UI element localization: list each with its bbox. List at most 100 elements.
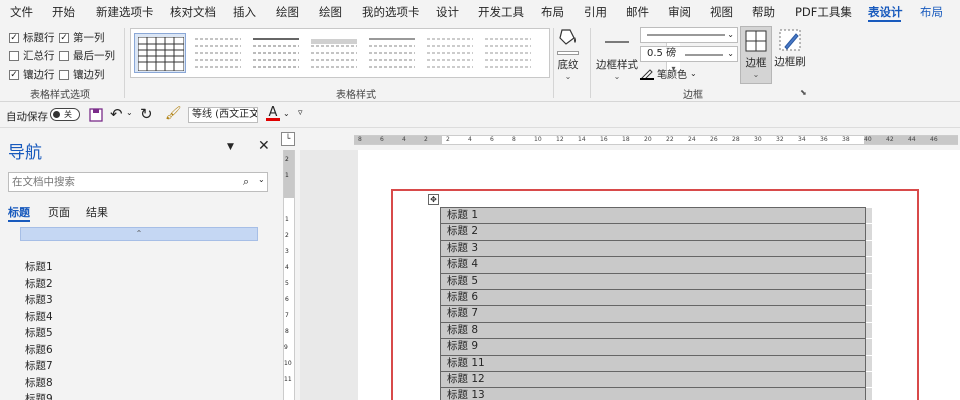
chevron-down-icon[interactable]: ⌄ (258, 175, 265, 184)
checkbox-banded-rows[interactable]: ✓ 镶边行 (9, 67, 55, 82)
shading-button[interactable]: 底纹 ⌄ (553, 26, 583, 81)
tab-results[interactable]: 结果 (86, 204, 108, 220)
tab-selector-icon[interactable]: └ (281, 132, 295, 146)
tab-new[interactable]: 新建选项卡 (96, 4, 154, 20)
heading-collapse-bar[interactable]: ⌃ (20, 227, 258, 241)
checkbox-box[interactable]: ✓ (59, 32, 69, 43)
checkbox-header-row[interactable]: ✓ 标题行 (9, 30, 55, 45)
tab-file[interactable]: 文件 (10, 4, 33, 20)
tab-headings[interactable]: 标题 (8, 204, 30, 220)
table-row[interactable]: 标题 13 (441, 388, 872, 400)
search-field[interactable]: ⌕ ⌄ (8, 172, 268, 192)
tab-developer[interactable]: 开发工具 (478, 4, 524, 20)
nav-heading-item[interactable]: 标题6 (25, 342, 53, 357)
tab-references[interactable]: 引用 (584, 4, 607, 20)
table-row[interactable]: 标题 7 (441, 306, 872, 323)
table-style-plain-3[interactable] (308, 33, 360, 73)
tab-review-doc[interactable]: 核对文档 (170, 4, 216, 20)
document-table[interactable]: 标题 1 标题 2 标题 3 标题 4 标题 5 标题 6 标题 7 标题 8 … (440, 207, 872, 400)
nav-heading-item[interactable]: 标题7 (25, 358, 53, 373)
tab-mailings[interactable]: 邮件 (626, 4, 649, 20)
redo-icon[interactable]: ↻ (140, 105, 153, 123)
tab-pages[interactable]: 页面 (48, 204, 70, 220)
navigation-pane: 导航 ▼ ✕ ⌕ ⌄ 标题 页面 结果 ⌃ 标题1 标题2 标题3 标题4 标题… (0, 128, 278, 400)
customize-qat-icon[interactable]: ▿ (298, 108, 303, 118)
table-row[interactable]: 标题 9 (441, 339, 872, 356)
tab-table-layout[interactable]: 布局 (920, 4, 943, 20)
table-row[interactable]: 标题 6 (441, 289, 872, 307)
tab-draw-2[interactable]: 绘图 (319, 4, 342, 20)
table-row[interactable]: 标题 3 (441, 240, 872, 258)
line-style-select[interactable]: ⌄ (640, 27, 738, 43)
nav-heading-item[interactable]: 标题4 (25, 309, 53, 324)
nav-heading-item[interactable]: 标题3 (25, 292, 53, 307)
checkbox-box[interactable]: ✓ (9, 69, 19, 80)
nav-heading-item[interactable]: 标题1 (25, 259, 53, 274)
table-style-plain-4[interactable] (366, 33, 418, 73)
table-row[interactable]: 标题 5 (441, 273, 872, 290)
search-input[interactable] (9, 173, 229, 191)
table-row[interactable]: 标题 1 (441, 208, 872, 225)
tab-review[interactable]: 审阅 (668, 4, 691, 20)
tab-my[interactable]: 我的选项卡 (362, 4, 420, 20)
tab-home[interactable]: 开始 (52, 4, 75, 20)
ruler-tick: 38 (842, 136, 850, 143)
ruler-tick: 8 (285, 328, 289, 335)
ruler-tick: 12 (556, 136, 564, 143)
pen-color-button[interactable]: 笔颜色 ⌄ (640, 66, 697, 81)
nav-heading-item[interactable]: 标题5 (25, 325, 53, 340)
borders-button[interactable]: 边框 ⌄ (740, 26, 772, 84)
checkbox-first-column[interactable]: ✓ 第一列 (59, 30, 105, 45)
table-row[interactable]: 标题 4 (441, 257, 872, 274)
checkbox-box[interactable] (59, 50, 69, 61)
undo-icon[interactable]: ↶ (110, 105, 123, 123)
checkbox-box[interactable]: ✓ (9, 32, 19, 43)
dialog-launcher-icon[interactable]: ⬊ (800, 88, 807, 97)
nav-heading-item[interactable]: 标题9 (25, 391, 53, 400)
line-weight-select[interactable]: 0.5 磅 ⌄ (640, 46, 738, 62)
tab-draw-1[interactable]: 绘图 (276, 4, 299, 20)
chevron-down-icon: ⌄ (727, 49, 734, 58)
nav-heading-item[interactable]: 标题8 (25, 375, 53, 390)
checkbox-box[interactable] (9, 50, 19, 61)
ruler-tick: 10 (534, 136, 542, 143)
close-icon[interactable]: ✕ (258, 138, 270, 154)
chevron-down-icon: ⌄ (752, 70, 760, 79)
table-row[interactable]: 标题 8 (441, 322, 872, 340)
ruler-tick: 3 (285, 248, 289, 255)
autosave-label: 自动保存 (6, 111, 48, 123)
checkbox-box[interactable] (59, 69, 69, 80)
tab-view[interactable]: 视图 (710, 4, 733, 20)
border-styles-button[interactable]: 边框样式 ⌄ (596, 28, 638, 81)
tab-help[interactable]: 帮助 (752, 4, 775, 20)
checkbox-total-row[interactable]: 汇总行 (9, 48, 55, 63)
format-painter-icon[interactable]: 🖌 (165, 106, 182, 121)
tab-design[interactable]: 设计 (436, 4, 459, 20)
table-style-plain-5[interactable] (424, 33, 476, 73)
tab-pdf[interactable]: PDF工具集 (795, 4, 852, 20)
nav-heading-item[interactable]: 标题2 (25, 276, 53, 291)
table-style-grid[interactable] (134, 33, 186, 73)
chevron-down-icon[interactable]: ⌄ (251, 109, 258, 118)
font-color-button[interactable]: A (266, 105, 280, 121)
checkbox-last-column[interactable]: 最后一列 (59, 48, 115, 63)
pane-options-icon[interactable]: ▼ (227, 142, 234, 152)
tab-layout[interactable]: 布局 (541, 4, 564, 20)
tab-table-design[interactable]: 表设计 (868, 4, 903, 20)
chevron-down-icon[interactable]: ⌄ (283, 109, 290, 118)
table-style-plain-6[interactable] (482, 33, 534, 73)
tab-insert[interactable]: 插入 (233, 4, 256, 20)
table-row[interactable]: 标题 11 (441, 355, 872, 372)
search-icon[interactable]: ⌕ (243, 175, 249, 189)
table-style-plain-2[interactable] (250, 33, 302, 73)
table-row[interactable]: 标题 2 (441, 224, 872, 241)
save-icon[interactable] (89, 108, 103, 122)
chevron-down-icon[interactable]: ⌄ (126, 108, 133, 117)
table-move-handle-icon[interactable]: ✥ (428, 194, 439, 205)
table-row[interactable]: 标题 12 (441, 371, 872, 389)
border-painter-button[interactable]: 边框刷 (774, 26, 806, 69)
font-name-select[interactable]: 等线 (西文正文) (188, 107, 258, 123)
table-style-plain-1[interactable] (192, 33, 244, 73)
checkbox-banded-columns[interactable]: 镶边列 (59, 67, 105, 82)
autosave-toggle[interactable]: 关 (50, 108, 80, 121)
